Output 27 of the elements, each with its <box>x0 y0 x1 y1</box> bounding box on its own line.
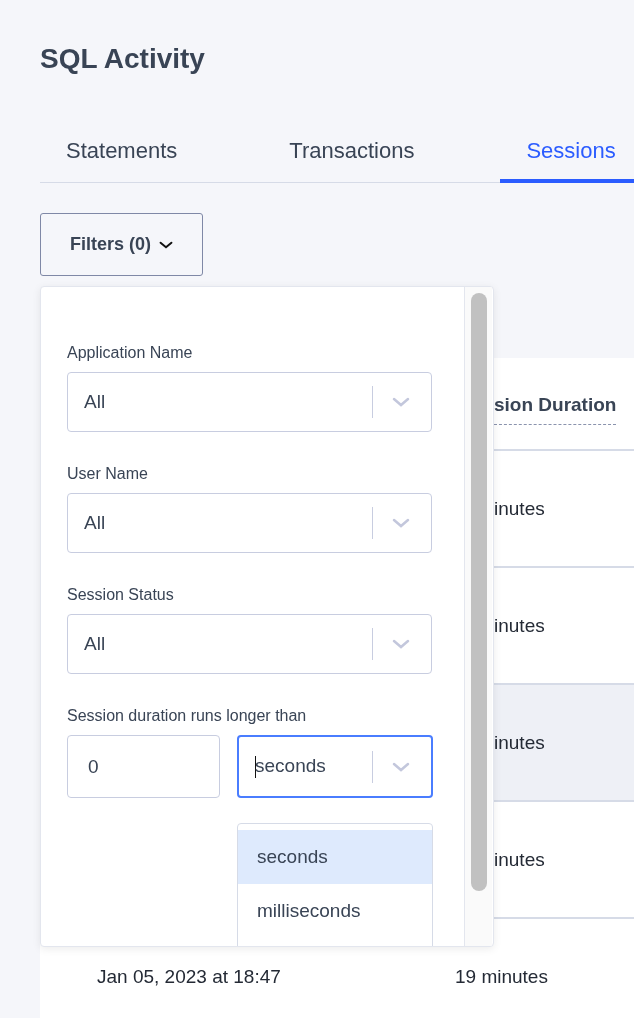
filters-button[interactable]: Filters (0) <box>40 213 203 276</box>
tab[interactable]: Sessions <box>500 130 634 183</box>
dropdown-field[interactable]: All <box>67 372 432 432</box>
menu-option[interactable]: seconds <box>238 830 432 884</box>
tab[interactable]: Transactions <box>263 130 441 183</box>
field-label: Session Status <box>67 586 175 604</box>
chevron-down-icon <box>392 397 410 407</box>
table-cell-text: Jan 05, 2023 at 18:47 <box>97 965 282 988</box>
field-label: User Name <box>67 465 149 483</box>
chevron-down-icon <box>392 761 410 772</box>
page-title: SQL Activity <box>40 42 206 76</box>
table-cell: inutes <box>494 731 545 754</box>
caret-icon <box>159 239 173 250</box>
table-cell: 19 minutes <box>455 965 548 988</box>
chevron-down-icon <box>392 518 410 528</box>
table-cell: inutes <box>494 614 545 637</box>
table-cell: inutes <box>494 848 545 871</box>
number-field[interactable]: 0 <box>67 735 220 798</box>
tab[interactable]: Statements <box>40 130 204 183</box>
chevron-down-icon <box>392 639 410 649</box>
field-label: Application Name <box>67 344 194 362</box>
menu-option[interactable]: milliseconds <box>238 884 432 938</box>
dropdown-field[interactable]: All <box>67 493 432 553</box>
scrollbar[interactable] <box>464 287 492 946</box>
dropdown-field[interactable]: All <box>67 614 432 674</box>
field-label: Session duration runs longer than <box>67 707 308 725</box>
table-cell: inutes <box>494 497 545 520</box>
